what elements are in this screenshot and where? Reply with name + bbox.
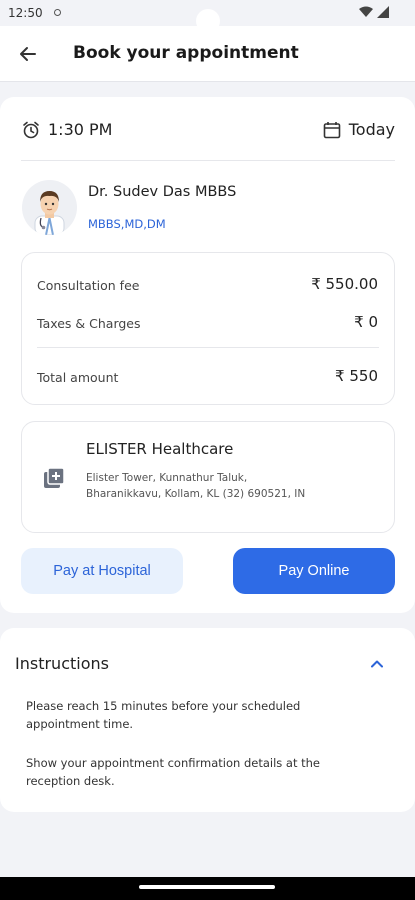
fee-summary: Consultation fee ₹ 550.00 Taxes & Charge… [21, 252, 395, 405]
instruction-item: Please reach 15 minutes before your sche… [26, 699, 301, 731]
total-amount-value: ₹ 550 [335, 367, 378, 385]
calendar-icon [323, 121, 341, 138]
appointment-time-text: 1:30 PM [48, 120, 113, 139]
wifi-icon [359, 6, 373, 17]
instructions-card: Instructions Please reach 15 minutes bef… [0, 628, 415, 812]
appointment-date[interactable]: Today [323, 120, 395, 139]
appointment-time: 1:30 PM [22, 120, 112, 139]
back-button[interactable] [14, 40, 42, 68]
doctor-name: Dr. Sudev Das MBBS [88, 184, 237, 200]
consultation-fee-label: Consultation fee [37, 278, 140, 293]
home-indicator[interactable] [139, 885, 275, 889]
page-title: Book your appointment [73, 43, 299, 63]
navigation-bar [0, 877, 415, 900]
pay-at-hospital-button[interactable]: Pay at Hospital [21, 548, 183, 594]
status-bar: 12:50 [0, 0, 415, 33]
doctor-avatar [22, 180, 77, 235]
app-bar: Book your appointment [0, 26, 415, 82]
system-icons [359, 6, 389, 18]
doctor-illustration [34, 191, 65, 235]
alarm-clock-icon [23, 121, 39, 138]
divider [37, 347, 379, 348]
hospital-address: Elister Tower, Kunnathur Taluk, Bharanik… [86, 472, 306, 500]
hospital-name: ELISTER Healthcare [86, 440, 234, 458]
instruction-item: Show your appointment confirmation detai… [26, 756, 321, 788]
appointment-date-text: Today [348, 120, 395, 139]
instructions-title: Instructions [15, 654, 109, 673]
chevron-up-icon[interactable] [369, 656, 385, 672]
signal-icon [377, 6, 389, 18]
status-time: 12:50 [8, 6, 43, 20]
taxes-label: Taxes & Charges [37, 316, 141, 331]
hospital-add-icon [44, 467, 65, 488]
taxes-value: ₹ 0 [354, 313, 378, 331]
total-amount-label: Total amount [37, 370, 119, 385]
notification-icon [54, 9, 61, 16]
arrow-left-icon [20, 47, 36, 61]
appointment-card: 1:30 PM Today Dr. Sudev Das MBBS MBBS,MD… [0, 97, 415, 613]
hospital-card: ELISTER Healthcare Elister Tower, Kunnat… [21, 421, 395, 533]
consultation-fee-value: ₹ 550.00 [311, 275, 378, 293]
doctor-qualifications: MBBS,MD,DM [88, 217, 166, 231]
divider [21, 160, 395, 161]
pay-online-button[interactable]: Pay Online [233, 548, 395, 594]
